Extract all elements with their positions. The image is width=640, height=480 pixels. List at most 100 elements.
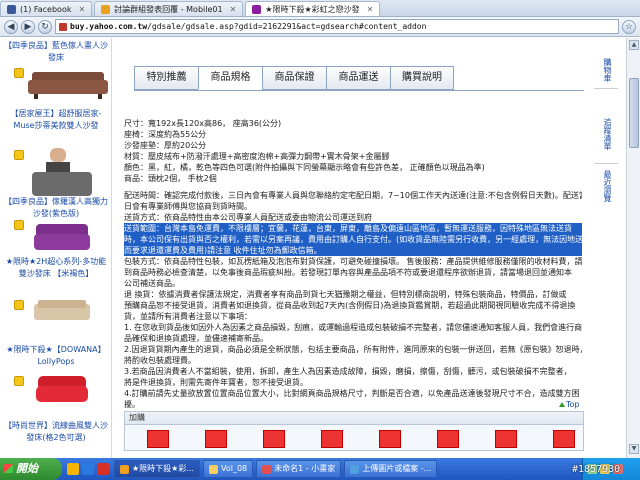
close-tab-icon[interactable]: ✕	[78, 5, 85, 14]
thumb-up-icon[interactable]	[14, 376, 24, 386]
selected-text-line: 時，本公司保有出貨與否之權利，若需以另案再議，費用由訂購人自行支付。(如收貨品無…	[124, 234, 582, 245]
yahoo-icon	[252, 4, 262, 14]
close-tab-icon[interactable]: ✕	[367, 5, 374, 14]
text-line: 4.訂購前請先丈量欲放置位置商品位置大小，比對網頁商品規格尺寸，判斷是否合適，以…	[124, 389, 580, 398]
spec-line: 尺寸：寬192x長120x高86， 座高36(公分)	[124, 119, 282, 128]
product-name[interactable]: ★限時下殺★【DOWANA】LollyPops	[0, 344, 111, 368]
thumb-up-icon[interactable]	[14, 220, 24, 230]
scroll-down-icon[interactable]: ▼	[629, 444, 639, 454]
quick-launch-icon[interactable]	[82, 463, 94, 475]
tab-purchase-info[interactable]: 購買說明	[390, 66, 454, 90]
addon-panel: 加購	[124, 411, 584, 451]
tab-yahoo-product[interactable]: ★限時下殺★彩虹之戀沙發 ✕	[245, 1, 381, 16]
taskbar-label: Vol_08	[220, 464, 248, 473]
text-line: 將是件退換貨，則需先寄件年寶者，恕不接受退貨。	[124, 378, 308, 387]
list-item[interactable]: 【四季良品】藍色傢人畫人沙發床	[0, 40, 111, 64]
quick-launch-icon[interactable]	[67, 463, 79, 475]
text-line: 包裝方式：依商品特性包裝，如瓦楞紙箱及泡泡布對貨保護，可避免碰撞損壞。 售後服務…	[124, 257, 582, 266]
thumb-up-icon[interactable]	[14, 68, 24, 78]
close-tab-icon[interactable]: ✕	[230, 5, 237, 14]
product-name[interactable]: 【居家屋王】超舒服居家-Muse莎蒂美款雙人沙發	[0, 108, 111, 132]
url-field[interactable]: buy.yahoo.com.tw/gdsale/gdsale.asp?gdid=…	[55, 19, 619, 34]
url-path: /gdsale/gdsale.asp?gdid=2162291&act=gdse…	[147, 22, 427, 31]
tab-warranty[interactable]: 商品保證	[262, 66, 326, 90]
tab-specs[interactable]: 商品規格	[198, 66, 262, 90]
reload-icon[interactable]: ↻	[38, 19, 52, 34]
product-image[interactable]	[36, 374, 88, 406]
product-name[interactable]: 【四季良品】藍色傢人畫人沙發床	[0, 40, 111, 64]
addon-item-image[interactable]	[379, 430, 401, 448]
product-info-tabs: 特別推薦 商品規格 商品保證 商品運送 購買說明	[134, 66, 454, 90]
text-line: 擾。	[124, 400, 140, 409]
top-label: Top	[566, 400, 580, 409]
bookmark-star-icon[interactable]: ☆	[622, 19, 636, 34]
addon-item-image[interactable]	[495, 430, 517, 448]
product-image[interactable]	[32, 146, 92, 200]
product-image[interactable]	[28, 66, 108, 100]
tab-recommend[interactable]: 特別推薦	[134, 66, 198, 90]
text-line: 2.因退貨貨期內產生的退貨，商品必須是全新狀態，包括主要商品，所有附件，進同原來…	[124, 345, 582, 354]
browser-icon	[350, 464, 360, 474]
text-line: 品確保和退換貨處理，並儘速補寄新品。	[124, 334, 268, 343]
product-name[interactable]: 【四季良品】傢羅漢人高獨力沙發(紫色版)	[0, 196, 111, 220]
taskbar-label: ★限時下殺★彩...	[132, 464, 194, 473]
list-item[interactable]: ★限時★2H超心系列-多功能雙沙發床 【米褐色】	[0, 256, 111, 280]
taskbar-label: 未命名1 - 小畫家	[274, 464, 336, 473]
text-line: 預購商品恕不接受退貨，消費者如退換貨，從商品收到起7天內(含例假日)為退換貨鑑賞…	[124, 301, 576, 310]
selected-text-line: 而要求退還運費及費用)請注意 收件住址勿為郵政信箱。	[124, 245, 582, 256]
addon-item-image[interactable]	[205, 430, 227, 448]
spec-line: 商品：頭枕2個， 手枕2個	[124, 174, 217, 183]
product-name[interactable]: ★限時★2H超心系列-多功能雙沙發床 【米褐色】	[0, 256, 111, 280]
paint-icon	[262, 464, 272, 474]
start-button[interactable]: 開始	[0, 458, 62, 480]
list-item[interactable]: 【四季良品】傢羅漢人高獨力沙發(紫色版)	[0, 196, 111, 220]
forward-icon[interactable]: ▶	[21, 19, 35, 34]
scroll-up-icon[interactable]: ▲	[629, 40, 639, 50]
text-line: 3.若商品因消費者人不當組裝，使用，拆卸，產生人為因素造成故障，損毀，磨損，擦傷…	[124, 367, 572, 376]
taskbar-button[interactable]: 未命名1 - 小畫家	[256, 460, 342, 478]
product-image[interactable]	[34, 222, 90, 252]
tab-shipping[interactable]: 商品運送	[326, 66, 390, 90]
list-item[interactable]: 【居家屋王】超舒服居家-Muse莎蒂美款雙人沙發	[0, 108, 111, 132]
address-bar: ◀ ▶ ↻ buy.yahoo.com.tw/gdsale/gdsale.asp…	[0, 17, 640, 37]
spec-line: 顏色：黑，紅，橘，乾色等四色可選(附件拍攝與下同螢幕顯示略會有些許色差， 正確顏…	[124, 163, 485, 172]
text-line: 到商品時務必檢查清楚，以免事後商品瑕疵糾紛。若發現訂單內容與產品品項不符或要退還…	[124, 268, 572, 277]
quick-launch-icon[interactable]	[97, 463, 109, 475]
up-arrow-icon	[559, 402, 565, 407]
addon-item-image[interactable]	[321, 430, 343, 448]
taskbar-label: 上傳圖片或檔案 -...	[362, 464, 432, 473]
product-detail-panel: 特別推薦 商品規格 商品保證 商品運送 購買說明 尺寸：寬192x長120x高8…	[114, 38, 584, 458]
addon-item-image[interactable]	[553, 430, 575, 448]
text-line: 配送時間：確認完成付款後，三日內會有專業人員與您聯絡約定宅配日期，7~10個工作…	[124, 191, 582, 200]
cart-link[interactable]: 購物車	[600, 58, 612, 82]
list-item[interactable]: 【時尚世界】流線曲風雙人沙發床(格2色可選)	[0, 420, 111, 444]
thumb-up-icon[interactable]	[14, 150, 24, 160]
addon-item-image[interactable]	[147, 430, 169, 448]
thumb-up-icon[interactable]	[14, 300, 24, 310]
taskbar-button[interactable]: ★限時下殺★彩...	[114, 460, 200, 478]
scroll-thumb[interactable]	[629, 78, 639, 148]
tab-mobile01[interactable]: 討論群組發表回覆 - Mobile01 ✕	[94, 1, 244, 16]
text-line: 1. 在您收到貨品後如因外人為因素之商品損毀，刮痕，或運輸過程造成包裝破損不完整…	[124, 323, 582, 332]
divider	[594, 163, 618, 164]
text-line: 日會有專業師傅與您協商到貨時間。	[124, 202, 252, 211]
related-products-column: 【四季良品】藍色傢人畫人沙發床 【居家屋王】超舒服居家-Muse莎蒂美款雙人沙發…	[0, 38, 112, 458]
vertical-scrollbar[interactable]: ▲ ▼	[626, 38, 640, 458]
recent-link[interactable]: 最近瀏覽	[600, 170, 612, 202]
watchlist-link[interactable]: 追蹤清單	[600, 118, 612, 150]
product-image[interactable]	[34, 300, 90, 324]
back-icon[interactable]: ◀	[4, 19, 18, 34]
url-domain: buy.yahoo.com.tw	[70, 22, 148, 31]
taskbar-button[interactable]: Vol_08	[202, 460, 254, 478]
tab-facebook[interactable]: (1) Facebook ✕	[0, 1, 93, 16]
back-to-top-link[interactable]: Top	[559, 400, 580, 409]
spec-list: 尺寸：寬192x長120x高86， 座高36(公分) 座椅：深度約為55公分 沙…	[124, 118, 582, 184]
site-favicon-icon	[59, 23, 67, 31]
addon-item-image[interactable]	[437, 430, 459, 448]
taskbar-button[interactable]: 上傳圖片或檔案 -...	[344, 460, 438, 478]
addon-item-image[interactable]	[263, 430, 285, 448]
browser-tab-strip: (1) Facebook ✕ 討論群組發表回覆 - Mobile01 ✕ ★限時…	[0, 0, 640, 17]
text-line: 公司補送商品。	[124, 279, 180, 288]
list-item[interactable]: ★限時下殺★【DOWANA】LollyPops	[0, 344, 111, 368]
product-name[interactable]: 【時尚世界】流線曲風雙人沙發床(格2色可選)	[0, 420, 111, 444]
